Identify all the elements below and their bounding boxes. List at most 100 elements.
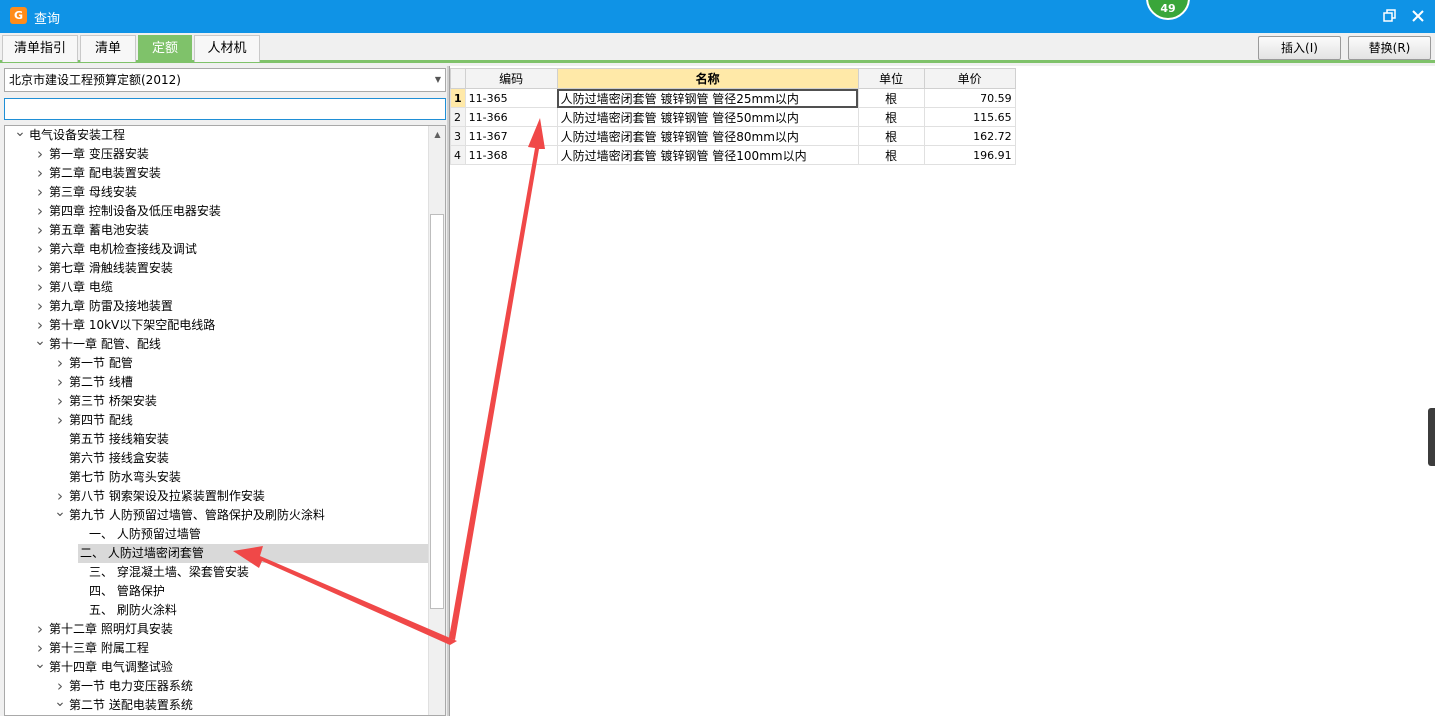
- col-header-code[interactable]: 编码: [464, 68, 558, 89]
- tree-scrollbar[interactable]: ▲: [428, 126, 445, 715]
- tree-item[interactable]: ⌄ 第九节 人防预留过墙管、管路保护及刷防火涂料: [5, 505, 429, 525]
- row-number[interactable]: 4: [450, 145, 466, 165]
- scroll-thumb[interactable]: [430, 214, 444, 609]
- tab-bill[interactable]: 清单: [80, 35, 136, 62]
- table-row[interactable]: 4 11-368 人防过墙密闭套管 镀锌钢管 管径100mm以内根 196.91: [450, 145, 1016, 165]
- code-cell[interactable]: 11-367: [464, 126, 558, 146]
- code-cell[interactable]: 11-365: [464, 88, 558, 108]
- name-cell[interactable]: 人防过墙密闭套管 镀锌钢管 管径25mm以内: [556, 88, 859, 108]
- code-cell[interactable]: 11-368: [464, 145, 558, 165]
- chevron-right-icon[interactable]: ›: [53, 373, 67, 392]
- code-cell[interactable]: 11-366: [464, 107, 558, 127]
- tree-item-label: 第十章 10kV以下架空配电线路: [49, 318, 216, 332]
- restore-icon[interactable]: [1383, 9, 1397, 23]
- unit-cell[interactable]: 根: [857, 145, 925, 165]
- dropdown-arrow-icon[interactable]: ▼: [435, 69, 441, 91]
- tab-bar: 清单指引 清单 定额 人材机 插入(I) 替换(R): [0, 33, 1435, 63]
- chevron-right-icon[interactable]: ›: [53, 411, 67, 430]
- tree-item[interactable]: › 第十三章 附属工程: [5, 639, 429, 658]
- name-cell[interactable]: 人防过墙密闭套管 镀锌钢管 管径50mm以内: [556, 107, 859, 127]
- price-cell[interactable]: 196.91: [923, 145, 1016, 165]
- name-cell[interactable]: 人防过墙密闭套管 镀锌钢管 管径80mm以内: [556, 126, 859, 146]
- close-icon[interactable]: [1410, 8, 1426, 24]
- tree-search-input[interactable]: [4, 98, 446, 120]
- unit-cell[interactable]: 根: [857, 88, 925, 108]
- tree-item[interactable]: 三、 穿混凝土墙、梁套管安装: [5, 563, 429, 582]
- price-cell[interactable]: 70.59: [923, 88, 1016, 108]
- row-number[interactable]: 3: [450, 126, 466, 146]
- chapter-tree: ⌄ 电气设备安装工程 › 第一章 变压器安装 › 第二章 配电装置安装 › 第三章 母线安装 ›…: [4, 125, 446, 716]
- tree-item[interactable]: › 第一章 变压器安装: [5, 145, 429, 164]
- chevron-right-icon[interactable]: ›: [33, 259, 47, 278]
- tree-item[interactable]: › 第一节 电力变压器系统: [5, 677, 429, 696]
- tree-item[interactable]: › 第六章 电机检查接线及调试: [5, 240, 429, 259]
- chevron-right-icon[interactable]: ›: [33, 183, 47, 202]
- tree-item[interactable]: ⌄ 第二节 送配电装置系统: [5, 695, 429, 715]
- table-row[interactable]: 2 11-366 人防过墙密闭套管 镀锌钢管 管径50mm以内根 115.65: [450, 107, 1016, 127]
- chevron-right-icon[interactable]: ›: [33, 240, 47, 259]
- chevron-down-icon[interactable]: ⌄: [53, 695, 67, 715]
- col-header-price[interactable]: 单价: [923, 68, 1016, 89]
- chevron-right-icon[interactable]: ›: [33, 202, 47, 221]
- chevron-right-icon[interactable]: ›: [33, 620, 47, 639]
- scroll-up-icon[interactable]: ▲: [429, 126, 445, 143]
- results-grid-panel: 编码 名称 单位 单价 1 11-365 人防过墙密闭套管 镀锌钢管 管径25mm以…: [449, 66, 1435, 716]
- chevron-down-icon[interactable]: ⌄: [33, 334, 47, 354]
- tree-item[interactable]: › 第四节 配线: [5, 411, 429, 430]
- tree-item[interactable]: › 第七章 滑触线装置安装: [5, 259, 429, 278]
- tree-item[interactable]: › 第十二章 照明灯具安装: [5, 620, 429, 639]
- tree-item-label: 第七章 滑触线装置安装: [49, 261, 173, 275]
- insert-button[interactable]: 插入(I): [1258, 36, 1341, 60]
- chevron-down-icon[interactable]: ⌄: [53, 505, 67, 525]
- tree-item[interactable]: › 第三节 桥架安装: [5, 392, 429, 411]
- tree-item[interactable]: ⌄ 电气设备安装工程: [5, 126, 429, 145]
- chevron-right-icon[interactable]: ›: [53, 392, 67, 411]
- col-header-unit[interactable]: 单位: [857, 68, 925, 89]
- tree-item[interactable]: › 第四章 控制设备及低压电器安装: [5, 202, 429, 221]
- price-cell[interactable]: 115.65: [923, 107, 1016, 127]
- tree-item[interactable]: 五、 刷防火涂料: [5, 601, 429, 620]
- chevron-right-icon[interactable]: ›: [33, 164, 47, 183]
- tree-item[interactable]: › 第十章 10kV以下架空配电线路: [5, 316, 429, 335]
- tree-item[interactable]: › 第三章 母线安装: [5, 183, 429, 202]
- tree-item[interactable]: 第七节 防水弯头安装: [5, 468, 429, 487]
- tab-bill-guide[interactable]: 清单指引: [2, 35, 78, 62]
- unit-cell[interactable]: 根: [857, 126, 925, 146]
- tree-item[interactable]: 第五节 接线箱安装: [5, 430, 429, 449]
- chevron-right-icon[interactable]: ›: [33, 145, 47, 164]
- table-row[interactable]: 1 11-365 人防过墙密闭套管 镀锌钢管 管径25mm以内根 70.59: [450, 88, 1016, 108]
- tree-item[interactable]: › 第二章 配电装置安装: [5, 164, 429, 183]
- tree-item[interactable]: › 第九章 防雷及接地装置: [5, 297, 429, 316]
- tab-quota[interactable]: 定额: [138, 35, 192, 62]
- price-cell[interactable]: 162.72: [923, 126, 1016, 146]
- tree-item[interactable]: › 第八章 电缆: [5, 278, 429, 297]
- tree-item[interactable]: 第六节 接线盒安装: [5, 449, 429, 468]
- tree-item[interactable]: ⌄ 第十一章 配管、配线: [5, 334, 429, 354]
- table-row[interactable]: 3 11-367 人防过墙密闭套管 镀锌钢管 管径80mm以内根 162.72: [450, 126, 1016, 146]
- chevron-right-icon[interactable]: ›: [53, 354, 67, 373]
- replace-button[interactable]: 替换(R): [1348, 36, 1431, 60]
- quota-library-select[interactable]: 北京市建设工程预算定额(2012) ▼: [4, 68, 446, 92]
- side-panel-handle[interactable]: [1428, 408, 1435, 466]
- chevron-down-icon[interactable]: ⌄: [33, 657, 47, 677]
- tree-item[interactable]: 一、 人防预留过墙管: [5, 525, 429, 544]
- tree-item-label: 第十四章 电气调整试验: [49, 660, 173, 674]
- chevron-right-icon[interactable]: ›: [33, 221, 47, 240]
- tree-item[interactable]: 二、 人防过墙密闭套管: [78, 544, 429, 563]
- tree-item[interactable]: 四、 管路保护: [5, 582, 429, 601]
- row-number[interactable]: 1: [450, 88, 466, 108]
- tree-item[interactable]: › 第二节 线槽: [5, 373, 429, 392]
- tab-labor-material-machine[interactable]: 人材机: [194, 35, 260, 62]
- name-cell[interactable]: 人防过墙密闭套管 镀锌钢管 管径100mm以内: [556, 145, 859, 165]
- tree-item[interactable]: › 第一节 配管: [5, 354, 429, 373]
- tree-item[interactable]: › 第八节 钢索架设及拉紧装置制作安装: [5, 487, 429, 506]
- chevron-right-icon[interactable]: ›: [33, 278, 47, 297]
- row-number[interactable]: 2: [450, 107, 466, 127]
- chevron-right-icon[interactable]: ›: [33, 297, 47, 316]
- tree-item[interactable]: › 第五章 蓄电池安装: [5, 221, 429, 240]
- chevron-down-icon[interactable]: ⌄: [13, 126, 27, 145]
- unit-cell[interactable]: 根: [857, 107, 925, 127]
- col-header-name[interactable]: 名称: [556, 68, 859, 89]
- notification-badge[interactable]: 49: [1146, 0, 1190, 20]
- tree-item[interactable]: ⌄ 第十四章 电气调整试验: [5, 657, 429, 677]
